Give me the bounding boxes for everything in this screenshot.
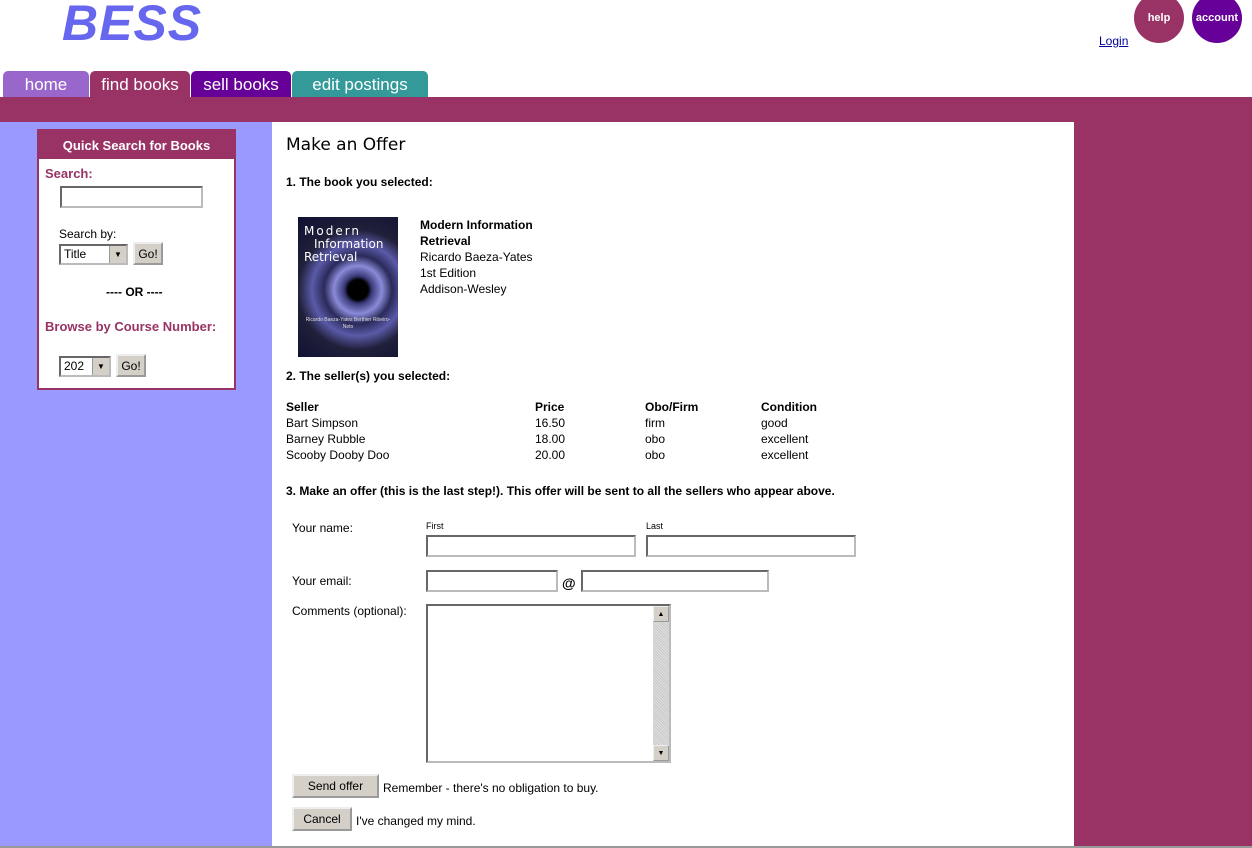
header-band: [0, 97, 1252, 122]
cover-authors: Ricardo Baeza-Yates Berthier Ribeiro-Net…: [305, 317, 391, 330]
tab-sell-books[interactable]: sell books: [191, 71, 291, 98]
table-header-price: Price: [535, 400, 565, 414]
table-cell: excellent: [761, 448, 809, 462]
book-edition: 1st Edition: [420, 266, 477, 280]
first-name-input[interactable]: [426, 535, 636, 557]
book-author: Ricardo Baeza-Yates: [420, 250, 533, 264]
table-cell: firm: [645, 416, 665, 430]
send-offer-button[interactable]: Send offer: [292, 774, 379, 798]
right-sidebar: [1074, 122, 1252, 848]
table-cell: obo: [645, 448, 666, 462]
table-cell: Bart Simpson: [286, 416, 359, 430]
search-by-select[interactable]: Title ▼: [59, 244, 128, 265]
help-button[interactable]: help: [1134, 0, 1184, 43]
book-title-line2: Retrieval: [420, 234, 471, 248]
chevron-down-icon[interactable]: ▼: [109, 246, 126, 263]
table-cell: good: [761, 416, 788, 430]
search-go-button[interactable]: Go!: [133, 242, 163, 265]
table-cell: 18.00: [535, 432, 566, 446]
course-number-value: 202: [64, 359, 85, 373]
cancel-button[interactable]: Cancel: [292, 807, 352, 831]
table-cell: excellent: [761, 432, 809, 446]
book-cover-image: Modern Information Retrieval Ricardo Bae…: [298, 217, 398, 357]
table-cell: Barney Rubble: [286, 432, 366, 446]
your-name-label: Your name:: [292, 521, 353, 535]
table-cell: 16.50: [535, 416, 566, 430]
table-header-obo-firm: Obo/Firm: [645, 400, 699, 414]
your-email-label: Your email:: [292, 574, 352, 588]
table-cell: obo: [645, 432, 666, 446]
book-title-line1: Modern Information: [420, 218, 533, 232]
book-publisher: Addison-Wesley: [420, 282, 507, 296]
table-header-condition: Condition: [761, 400, 817, 414]
email-domain-input[interactable]: [581, 570, 769, 592]
scroll-up-arrow-icon[interactable]: ▲: [653, 606, 669, 622]
tab-find-books[interactable]: find books: [90, 71, 190, 98]
page-title: Make an Offer: [286, 135, 406, 155]
step-2-heading: 2. The seller(s) you selected:: [286, 369, 451, 383]
at-sign: @: [562, 575, 576, 591]
or-separator: ---- OR ----: [106, 285, 163, 299]
login-link[interactable]: Login: [1099, 34, 1128, 48]
last-name-label: Last: [646, 521, 664, 531]
tab-edit-postings[interactable]: edit postings: [292, 71, 428, 98]
cover-title: Modern Information Retrieval: [304, 224, 384, 264]
step-1-heading: 1. The book you selected:: [286, 175, 433, 189]
chevron-down-icon[interactable]: ▼: [92, 358, 109, 375]
email-user-input[interactable]: [426, 570, 558, 592]
browse-go-button[interactable]: Go!: [116, 354, 146, 377]
bess-logo: BESS: [62, 0, 203, 51]
step-3-heading: 3. Make an offer (this is the last step!…: [286, 484, 835, 498]
comments-label: Comments (optional):: [292, 604, 407, 618]
quick-search-title: Quick Search for Books: [39, 131, 234, 159]
table-cell: 20.00: [535, 448, 566, 462]
search-by-value: Title: [64, 247, 87, 261]
search-label: Search:: [45, 166, 93, 181]
textarea-scrollbar[interactable]: ▲ ▼: [653, 606, 669, 761]
table-cell: Scooby Dooby Doo: [286, 448, 390, 462]
quick-search-input[interactable]: [60, 186, 203, 208]
browse-course-label: Browse by Course Number:: [45, 319, 217, 334]
search-by-label: Search by:: [59, 227, 117, 241]
last-name-input[interactable]: [646, 535, 856, 557]
cancel-note: I've changed my mind.: [356, 814, 476, 828]
scroll-down-arrow-icon[interactable]: ▼: [653, 745, 669, 761]
send-offer-note: Remember - there's no obligation to buy.: [383, 781, 599, 795]
comments-textarea[interactable]: ▲ ▼: [426, 604, 671, 763]
course-number-select[interactable]: 202 ▼: [59, 356, 111, 377]
table-header-seller: Seller: [286, 400, 319, 414]
first-name-label: First: [426, 521, 444, 531]
tab-home[interactable]: home: [3, 71, 89, 98]
account-button[interactable]: account: [1192, 0, 1242, 43]
